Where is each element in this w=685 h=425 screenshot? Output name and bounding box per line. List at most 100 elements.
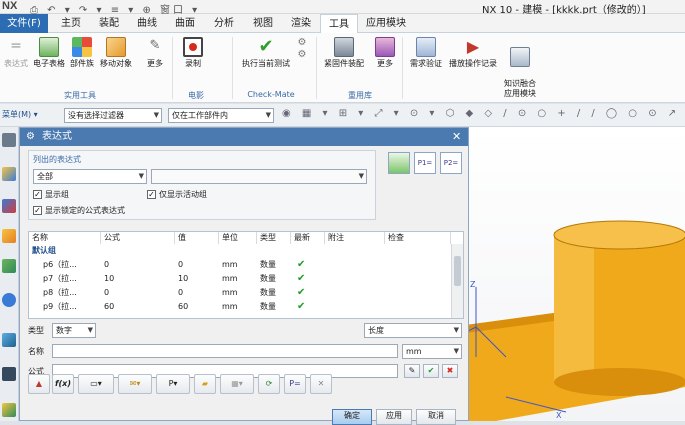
dimensionality-select[interactable]: 长度 ▼ xyxy=(364,323,462,338)
show-locked-label: 显示锁定的公式表达式 xyxy=(45,206,125,215)
measure-button[interactable]: ▭▾ xyxy=(78,374,114,394)
reference-button[interactable]: ✉▾ xyxy=(118,374,152,394)
run-current-test-button[interactable]: ✔ 执行当前测试 xyxy=(238,37,294,69)
up-to-date-check-icon: ✔ xyxy=(297,301,306,312)
resource-bar xyxy=(0,127,19,421)
tab-view[interactable]: 视图 xyxy=(244,14,282,33)
search-expression-field[interactable]: ▼ xyxy=(151,169,367,184)
table-row[interactable]: p8（拉... 0 0 mm 数量 ✔ xyxy=(29,286,451,300)
table-row[interactable]: p9（拉... 60 60 mm 数量 ✔ xyxy=(29,300,451,314)
record-button[interactable]: 录制 xyxy=(178,37,208,69)
close-icon[interactable]: ✕ xyxy=(452,128,461,146)
tab-file[interactable]: 文件(F) xyxy=(0,14,48,33)
tab-analysis[interactable]: 分析 xyxy=(204,14,244,33)
roles-icon[interactable] xyxy=(2,403,16,417)
export-spreadsheet-button[interactable] xyxy=(388,152,410,174)
knowledge-fusion-icon xyxy=(510,47,530,67)
tab-curve[interactable]: 曲线 xyxy=(128,14,166,33)
column-header-type[interactable]: 类型 xyxy=(257,232,291,244)
ribbon-tab-row: 文件(F) 主页 装配 曲线 曲面 分析 视图 渲染 工具 应用模块 xyxy=(0,14,685,34)
delete-expression-button[interactable]: ▲ xyxy=(28,374,50,394)
group-row[interactable]: 默认组 xyxy=(29,244,451,258)
accept-edit-button[interactable]: ✔ xyxy=(423,364,439,378)
rename-button[interactable]: P= xyxy=(284,374,306,394)
menu-button[interactable]: 菜单(M) ▾ xyxy=(2,109,38,120)
tab-home[interactable]: 主页 xyxy=(52,14,90,33)
edit-formula-button[interactable]: ✎ xyxy=(404,364,420,378)
record-icon xyxy=(183,37,203,57)
constraint-navigator-icon[interactable] xyxy=(2,229,16,243)
tab-tools[interactable]: 工具 xyxy=(320,14,358,34)
show-locked-checkbox[interactable]: ✓ xyxy=(33,206,42,215)
expression-button[interactable]: = 表达式 xyxy=(2,37,30,69)
group-label-movie: 电影 xyxy=(188,91,204,100)
requirement-validation-button[interactable]: 需求验证 xyxy=(406,37,446,69)
unit-select[interactable]: mm ▼ xyxy=(402,344,462,359)
show-active-only-checkbox[interactable]: ✓ xyxy=(147,190,156,199)
cancel-button[interactable]: 取消 xyxy=(416,409,456,425)
close-icon: ✖ xyxy=(446,366,454,375)
web-browser-icon[interactable] xyxy=(2,293,16,307)
move-object-button[interactable]: 移动对象 xyxy=(98,37,134,69)
expression-table: 名称 公式 值 单位 类型 最新 附注 检查 默认组 p6（拉... 0 0 m… xyxy=(28,231,464,319)
export-expressions-button[interactable]: P2= xyxy=(440,152,462,174)
table-row[interactable]: p7（拉... 10 10 mm 数量 ✔ xyxy=(29,272,451,286)
column-header-unit[interactable]: 单位 xyxy=(219,232,257,244)
column-header-value[interactable]: 值 xyxy=(175,232,219,244)
group-label-checkmate: Check-Mate xyxy=(247,90,295,99)
import-expressions-button[interactable]: P1= xyxy=(414,152,436,174)
spreadsheet-edit-button[interactable]: ▦▾ xyxy=(220,374,254,394)
snap-point-toolbar[interactable]: ◉ ▦ ▾ ⊞ ▾ ⤢ ▾ ⊙ ▾ ⬡ ◆ ◇ / ⊙ ○ + / / ◯ ○ … xyxy=(282,108,680,119)
title-bar: NX ⎙ ↶ ▾ ↷ ▾ ≡ ▾ ⊕ 窗口 ▾ NX 10 - 建模 - [kk… xyxy=(0,0,685,16)
open-folder-button[interactable]: ▰ xyxy=(194,374,216,394)
spreadsheet-button[interactable]: 电子表格 xyxy=(32,37,66,69)
knowledge-fusion-button[interactable]: 知识融合 应用模块 xyxy=(500,37,540,99)
checkmate-tools-button[interactable]: ⚙ ⚙ xyxy=(294,37,310,65)
ok-button[interactable]: 确定 xyxy=(332,409,372,425)
column-header-comment[interactable]: 附注 xyxy=(325,232,385,244)
navigator-icon[interactable] xyxy=(2,167,16,181)
delete-button[interactable]: ✕ xyxy=(310,374,332,394)
column-header-formula[interactable]: 公式 xyxy=(101,232,175,244)
reference-icon: ✉▾ xyxy=(129,379,141,388)
refresh-button[interactable]: ⟳ xyxy=(258,374,280,394)
show-groups-checkbox[interactable]: ✓ xyxy=(33,190,42,199)
column-header-check[interactable]: 检查 xyxy=(385,232,451,244)
reject-edit-button[interactable]: ✖ xyxy=(442,364,458,378)
more-utilities-button[interactable]: ✎ 更多 xyxy=(142,37,168,69)
group-separator xyxy=(232,37,233,99)
system-materials-icon[interactable] xyxy=(2,367,16,381)
requirement-icon xyxy=(416,37,436,57)
play-operation-record-button[interactable]: ▶ 播放操作记录 xyxy=(446,37,500,69)
cylinder-bottom xyxy=(554,368,685,396)
tab-render[interactable]: 渲染 xyxy=(282,14,320,33)
name-field[interactable] xyxy=(52,344,398,358)
history-icon[interactable] xyxy=(2,333,16,347)
selection-bar: 菜单(M) ▾ 没有选择过滤器 ▼ 仅在工作部件内 ▼ ◉ ▦ ▾ ⊞ ▾ ⤢ ▾ … xyxy=(0,104,685,127)
table-row[interactable]: p6（拉... 0 0 mm 数量 ✔ xyxy=(29,258,451,272)
column-header-name[interactable]: 名称 xyxy=(29,232,101,244)
scope-filter-select[interactable]: 仅在工作部件内 ▼ xyxy=(168,108,274,123)
create-interpart-button[interactable]: P▾ xyxy=(156,374,190,394)
assembly-navigator-icon[interactable] xyxy=(2,199,16,213)
gear-icon[interactable] xyxy=(2,133,16,147)
column-header-uptodate[interactable]: 最新 xyxy=(291,232,325,244)
tab-surface[interactable]: 曲面 xyxy=(166,14,204,33)
tab-application[interactable]: 应用模块 xyxy=(360,14,412,33)
part-navigator-icon[interactable] xyxy=(2,259,16,273)
functions-button[interactable]: f(x) xyxy=(52,374,74,394)
apply-button[interactable]: 应用 xyxy=(376,409,412,425)
more-reuse-button[interactable]: 更多 xyxy=(372,37,398,69)
dialog-title-bar[interactable]: ⚙ 表达式 ✕ xyxy=(20,128,468,146)
fastener-assembly-button[interactable]: 紧固件装配 xyxy=(320,37,368,69)
tab-assembly[interactable]: 装配 xyxy=(90,14,128,33)
part-family-button[interactable]: 部件族 xyxy=(68,37,96,69)
graphics-window[interactable]: Z X xyxy=(465,127,685,421)
type-select[interactable]: 数字 ▼ xyxy=(52,323,96,338)
type-filter-select[interactable]: 没有选择过滤器 ▼ xyxy=(64,108,162,123)
check-icon: ✔ xyxy=(427,366,435,375)
list-filter-select[interactable]: 全部 ▼ xyxy=(33,169,147,184)
table-scrollbar[interactable] xyxy=(451,244,463,318)
group-separator xyxy=(402,37,403,99)
scrollbar-thumb[interactable] xyxy=(454,256,461,286)
